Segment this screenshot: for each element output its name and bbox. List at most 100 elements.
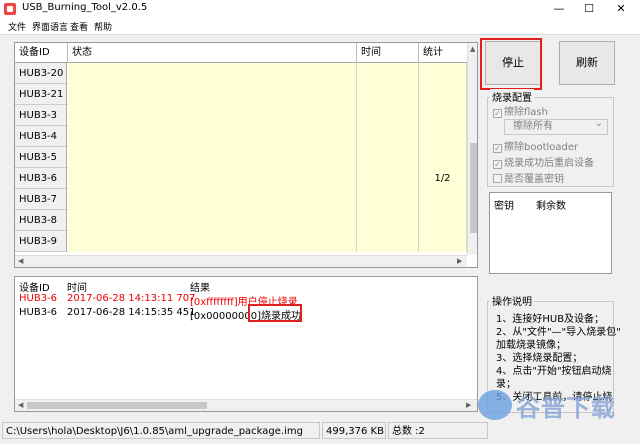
erase-flash-checkbox[interactable]: ✓ 擦除flash — [493, 103, 548, 118]
grid-row[interactable]: HUB3-8 — [15, 210, 467, 231]
row-time — [357, 63, 419, 84]
status-file-size: 499,376 KB — [322, 422, 386, 439]
checkbox-icon — [493, 174, 502, 183]
status-total: 总数 :2 — [388, 422, 488, 439]
reboot-after-checkbox[interactable]: ✓ 烧录成功后重启设备 — [493, 154, 594, 169]
log-panel: 设备ID 时间 结果 HUB3-6 2017-06-28 14:13:11 70… — [14, 276, 478, 412]
scroll-up-icon[interactable]: ▲ — [470, 45, 475, 53]
overwrite-key-label: 是否覆盖密钥 — [504, 174, 564, 185]
log-row[interactable]: HUB3-6 2017-06-28 14:13:11 707 [0xffffff… — [15, 293, 475, 308]
key-list[interactable]: 密钥 剩余数 — [489, 192, 612, 274]
row-status — [68, 210, 357, 231]
row-device-id: HUB3-21 — [15, 84, 67, 105]
menu-help[interactable]: 帮助 — [94, 20, 112, 33]
row-device-id: HUB3-20 — [15, 63, 67, 84]
watermark-text: 谷普下载 — [516, 394, 616, 422]
row-status — [68, 63, 357, 84]
log-col-device-id: 设备ID — [19, 283, 50, 294]
row-stat: 1/2 — [419, 168, 467, 189]
scroll-right-icon[interactable]: ▶ — [457, 257, 462, 265]
stop-button-highlight — [480, 38, 542, 90]
log-time: 2017-06-28 14:15:35 451 — [67, 307, 196, 318]
row-stat — [419, 210, 467, 231]
reboot-after-label: 烧录成功后重启设备 — [504, 158, 594, 169]
erase-bootloader-label: 擦除bootloader — [504, 142, 579, 153]
key-col-remaining: 剩余数 — [536, 201, 566, 212]
grid-horizontal-scrollbar[interactable]: ◀ ▶ — [15, 255, 467, 267]
row-status — [68, 105, 357, 126]
row-stat — [419, 63, 467, 84]
burn-config-title: 烧录配置 — [490, 89, 534, 104]
help-title: 操作说明 — [490, 293, 534, 308]
col-time[interactable]: 时间 — [357, 43, 419, 63]
refresh-button[interactable]: 刷新 — [559, 41, 615, 85]
log-horizontal-scrollbar[interactable]: ◀ ▶ — [15, 399, 477, 411]
scroll-right-icon[interactable]: ▶ — [466, 401, 471, 409]
row-stat — [419, 147, 467, 168]
row-status — [68, 84, 357, 105]
row-time — [357, 84, 419, 105]
log-device-id: HUB3-6 — [19, 293, 58, 304]
col-device-id[interactable]: 设备ID — [15, 43, 68, 63]
scroll-left-icon[interactable]: ◀ — [18, 257, 23, 265]
row-stat — [419, 126, 467, 147]
row-status — [68, 126, 357, 147]
grid-row[interactable]: HUB3-5 — [15, 147, 467, 168]
grid-row[interactable]: HUB3-20 — [15, 63, 467, 84]
overwrite-key-checkbox[interactable]: 是否覆盖密钥 — [493, 170, 564, 185]
erase-mode-select[interactable]: 擦除所有 — [504, 117, 608, 135]
erase-bootloader-checkbox[interactable]: ✓ 擦除bootloader — [493, 138, 578, 153]
grid-row[interactable]: HUB3-7 — [15, 189, 467, 210]
watermark: 谷普下载 — [476, 386, 626, 426]
checkmark-icon: ✓ — [493, 160, 502, 169]
menu-file[interactable]: 文件 — [8, 20, 26, 33]
title-bar: USB_Burning_Tool_v2.0.5 — ☐ ✕ — [0, 0, 640, 18]
maximize-button[interactable]: ☐ — [578, 0, 600, 18]
grid-row[interactable]: HUB3-9 — [15, 231, 467, 252]
row-status — [68, 168, 357, 189]
log-device-id: HUB3-6 — [19, 307, 58, 318]
checkmark-icon: ✓ — [493, 144, 502, 153]
col-status[interactable]: 状态 — [68, 43, 357, 63]
minimize-button[interactable]: — — [548, 0, 570, 18]
log-col-result: 结果 — [190, 283, 210, 294]
menu-language[interactable]: 界面语言 — [32, 20, 68, 33]
window-title: USB_Burning_Tool_v2.0.5 — [22, 2, 148, 13]
row-stat — [419, 231, 467, 252]
close-button[interactable]: ✕ — [610, 0, 632, 18]
row-time — [357, 210, 419, 231]
app-icon — [4, 3, 16, 15]
success-highlight — [248, 304, 302, 322]
scroll-left-icon[interactable]: ◀ — [18, 401, 23, 409]
row-device-id: HUB3-5 — [15, 147, 67, 168]
key-col-key: 密钥 — [494, 201, 514, 212]
row-time — [357, 105, 419, 126]
log-row[interactable]: HUB3-6 2017-06-28 14:15:35 451 [0x000000… — [15, 307, 475, 322]
row-time — [357, 231, 419, 252]
grid-row[interactable]: HUB3-6 1/2 — [15, 168, 467, 189]
menu-view[interactable]: 查看 — [70, 20, 88, 33]
row-device-id: HUB3-4 — [15, 126, 67, 147]
row-time — [357, 189, 419, 210]
log-scroll-thumb[interactable] — [27, 402, 207, 409]
row-stat — [419, 84, 467, 105]
row-status — [68, 231, 357, 252]
row-time — [357, 126, 419, 147]
row-device-id: HUB3-6 — [15, 168, 67, 189]
grid-vertical-scrollbar[interactable]: ▲ — [467, 43, 477, 255]
row-device-id: HUB3-8 — [15, 210, 67, 231]
row-status — [68, 147, 357, 168]
grid-body: HUB3-20 HUB3-21 HUB3-3 HUB3-4 HUB3-5 HUB… — [15, 63, 467, 253]
menu-bar: 文件 界面语言 查看 帮助 — [0, 18, 640, 34]
row-status — [68, 189, 357, 210]
grid-scroll-thumb[interactable] — [470, 143, 477, 233]
row-time — [357, 168, 419, 189]
grid-row[interactable]: HUB3-21 — [15, 84, 467, 105]
grid-row[interactable]: HUB3-3 — [15, 105, 467, 126]
status-file-path: C:\Users\hola\Desktop\J6\1.0.85\aml_upgr… — [2, 422, 320, 439]
log-time: 2017-06-28 14:13:11 707 — [67, 293, 196, 304]
col-stat[interactable]: 统计 — [419, 43, 467, 63]
row-stat — [419, 189, 467, 210]
grid-row[interactable]: HUB3-4 — [15, 126, 467, 147]
row-stat — [419, 105, 467, 126]
